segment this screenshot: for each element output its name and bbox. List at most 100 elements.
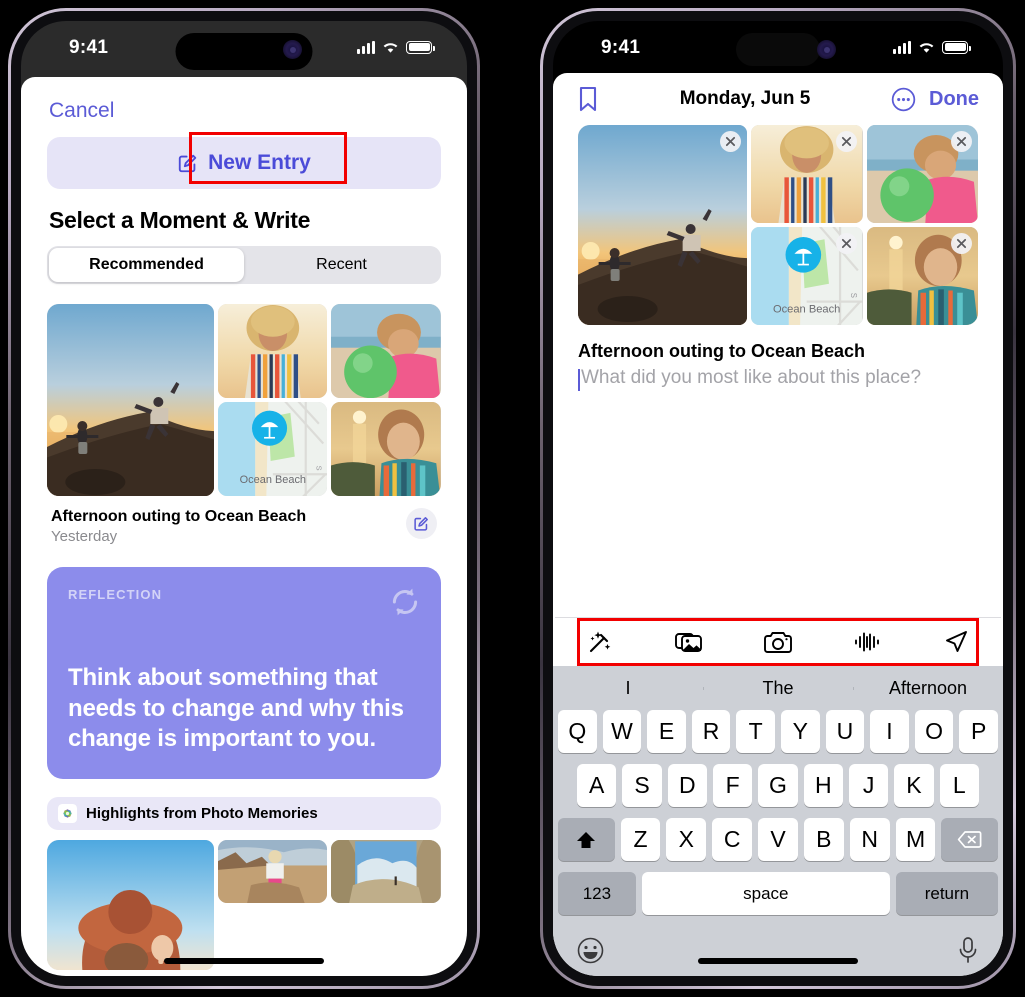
compose-square-pencil-icon bbox=[178, 154, 197, 173]
photo-ocean-beach-map-tile[interactable]: Ocean Beach S bbox=[217, 402, 328, 496]
key-q[interactable]: Q bbox=[558, 710, 597, 753]
key-w[interactable]: W bbox=[602, 710, 642, 753]
ellipsis-circle-icon[interactable] bbox=[891, 87, 916, 112]
space-key[interactable]: space bbox=[641, 872, 890, 915]
photos-button[interactable] bbox=[644, 630, 733, 654]
predictive-bar: I The Afternoon bbox=[553, 666, 1003, 710]
return-key[interactable]: return bbox=[895, 872, 998, 915]
svg-text:Ocean Beach: Ocean Beach bbox=[773, 304, 840, 316]
magic-wand-button[interactable] bbox=[555, 629, 644, 655]
cancel-button[interactable]: Cancel bbox=[21, 77, 467, 131]
entry-header: Monday, Jun 5 Done bbox=[553, 73, 1003, 125]
photo-sunset-dune-two-people[interactable] bbox=[578, 125, 748, 325]
bookmark-icon[interactable] bbox=[577, 85, 599, 113]
remove-photo-button[interactable] bbox=[951, 233, 972, 254]
key-z[interactable]: Z bbox=[620, 818, 661, 861]
entry-date-title: Monday, Jun 5 bbox=[679, 88, 811, 109]
key-o[interactable]: O bbox=[914, 710, 954, 753]
reflection-card[interactable]: REFLECTION Think about something that ne… bbox=[47, 567, 441, 779]
key-b[interactable]: B bbox=[803, 818, 844, 861]
phone-left: 9:41 Cancel New Entry Select a Moment & … bbox=[8, 8, 480, 989]
prediction-2[interactable]: Afternoon bbox=[853, 678, 1003, 699]
text-caret bbox=[578, 369, 580, 391]
key-k[interactable]: K bbox=[894, 764, 934, 807]
done-button[interactable]: Done bbox=[929, 88, 979, 111]
svg-text:Ocean Beach: Ocean Beach bbox=[239, 474, 305, 486]
shift-key[interactable] bbox=[557, 818, 615, 861]
key-n[interactable]: N bbox=[849, 818, 890, 861]
battery-icon bbox=[406, 40, 435, 54]
photo-woman-sunset-striped-top[interactable] bbox=[331, 402, 441, 496]
wifi-icon bbox=[919, 43, 934, 53]
highlights-photo-grid bbox=[47, 840, 441, 970]
home-indicator bbox=[164, 958, 324, 964]
tab-recommended[interactable]: Recommended bbox=[49, 248, 244, 282]
shift-arrow-icon bbox=[577, 831, 596, 848]
prediction-1[interactable]: The bbox=[703, 678, 853, 699]
new-entry-label: New Entry bbox=[208, 151, 311, 174]
key-a[interactable]: A bbox=[577, 764, 617, 807]
battery-icon bbox=[942, 40, 971, 54]
location-button[interactable] bbox=[912, 629, 1001, 655]
remove-photo-button[interactable] bbox=[835, 233, 857, 254]
entry-text-area[interactable]: Afternoon outing to Ocean Beach What did… bbox=[553, 325, 1003, 617]
key-m[interactable]: M bbox=[895, 818, 936, 861]
entry-placeholder[interactable]: What did you most like about this place? bbox=[578, 367, 978, 391]
tab-recent[interactable]: Recent bbox=[244, 248, 439, 282]
magic-wand-sparkles-icon bbox=[589, 631, 610, 653]
home-indicator bbox=[698, 958, 858, 964]
refresh-circular-arrows-icon[interactable] bbox=[388, 585, 422, 619]
photo-ocean-beach-map-tile[interactable]: Ocean Beach S bbox=[751, 227, 863, 325]
photo-woman-sunset-striped-top[interactable] bbox=[866, 227, 978, 325]
backspace-key[interactable] bbox=[941, 818, 999, 861]
key-u[interactable]: U bbox=[825, 710, 865, 753]
key-l[interactable]: L bbox=[939, 764, 979, 807]
key-j[interactable]: J bbox=[848, 764, 889, 807]
new-entry-button[interactable]: New Entry bbox=[47, 137, 441, 189]
photo-desert-arch-sand-dune[interactable] bbox=[331, 840, 441, 903]
remove-photo-button[interactable] bbox=[951, 131, 972, 152]
segmented-control[interactable]: Recommended Recent bbox=[47, 246, 441, 284]
key-e[interactable]: E bbox=[647, 710, 686, 753]
key-t[interactable]: T bbox=[736, 710, 775, 753]
key-s[interactable]: S bbox=[622, 764, 662, 807]
svg-text:S: S bbox=[314, 465, 323, 470]
key-g[interactable]: G bbox=[758, 764, 798, 807]
key-p[interactable]: P bbox=[959, 710, 998, 753]
photo-curly-hair-striped-shirt-portrait[interactable] bbox=[751, 125, 863, 223]
edit-moment-button[interactable] bbox=[406, 508, 437, 539]
close-x-icon bbox=[841, 136, 851, 147]
status-bar-right: 9:41 bbox=[553, 21, 1003, 77]
on-screen-keyboard: I The Afternoon Q W E R T Y U I O P A S … bbox=[553, 666, 1003, 976]
highlights-banner[interactable]: Highlights from Photo Memories bbox=[47, 797, 441, 830]
key-x[interactable]: X bbox=[666, 818, 707, 861]
entry-toolbar bbox=[555, 617, 1001, 666]
key-r[interactable]: R bbox=[691, 710, 731, 753]
key-c[interactable]: C bbox=[712, 818, 753, 861]
key-h[interactable]: H bbox=[803, 764, 843, 807]
photo-woman-with-green-ball-beach[interactable] bbox=[331, 304, 441, 398]
key-d[interactable]: D bbox=[667, 764, 707, 807]
cellular-bars-icon bbox=[357, 40, 375, 54]
camera-button[interactable] bbox=[733, 631, 822, 654]
photo-curly-hair-striped-shirt-portrait[interactable] bbox=[217, 304, 328, 398]
emoji-smiley-icon[interactable] bbox=[577, 937, 604, 964]
audio-record-button[interactable] bbox=[823, 631, 912, 653]
photo-woman-with-green-ball-beach[interactable] bbox=[866, 125, 978, 223]
numbers-key[interactable]: 123 bbox=[558, 872, 636, 915]
entry-editor-sheet: Monday, Jun 5 Done Ocean Beach S Afterno… bbox=[553, 73, 1003, 976]
photos-app-icon bbox=[58, 804, 77, 823]
key-i[interactable]: I bbox=[870, 710, 909, 753]
photo-sunset-dune-two-people[interactable] bbox=[47, 304, 214, 496]
key-v[interactable]: V bbox=[758, 818, 798, 861]
key-f[interactable]: F bbox=[713, 764, 753, 807]
moment-card[interactable]: Ocean Beach S Afternoon outing to Ocean … bbox=[47, 304, 441, 545]
cellular-bars-icon bbox=[893, 40, 911, 54]
remove-photo-button[interactable] bbox=[835, 131, 857, 152]
microphone-icon[interactable] bbox=[957, 936, 979, 964]
photo-woman-large-orange-hat[interactable] bbox=[47, 840, 214, 970]
photo-woman-sitting-desert-rocks[interactable] bbox=[217, 840, 328, 903]
keyboard-bottom-bar bbox=[553, 924, 1003, 976]
key-y[interactable]: Y bbox=[781, 710, 820, 753]
prediction-0[interactable]: I bbox=[553, 678, 703, 699]
